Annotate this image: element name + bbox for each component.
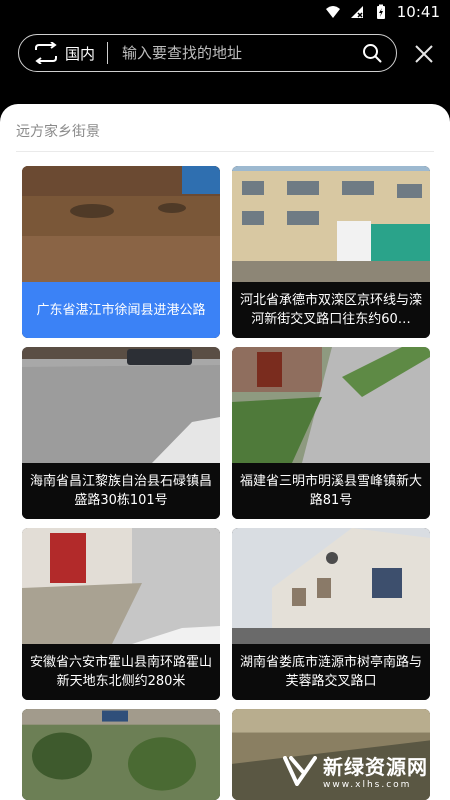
status-bar: 10:41 (0, 0, 450, 26)
section-divider (16, 151, 434, 152)
search-header: 国内 (0, 26, 450, 106)
place-card[interactable]: 广东省湛江市徐闻县进港公路 (22, 166, 220, 338)
search-input[interactable] (120, 43, 354, 63)
close-icon (415, 45, 433, 63)
search-icon (363, 44, 382, 63)
section-title: 远方家乡街景 (16, 124, 100, 140)
street-photo (22, 166, 220, 282)
place-card[interactable]: 安徽省六安市霍山县南环路霍山新天地东北侧约280米 (22, 528, 220, 700)
search-button[interactable] (354, 35, 390, 71)
street-photo (22, 528, 220, 644)
battery-icon (376, 4, 385, 19)
street-photo (22, 347, 220, 463)
place-caption: 福建省三明市明溪县雪峰镇新大路81号 (232, 463, 430, 519)
region-label: 国内 (65, 44, 96, 63)
place-caption: 安徽省六安市霍山县南环路霍山新天地东北侧约280米 (22, 644, 220, 700)
street-photo (232, 347, 430, 463)
wifi-icon (325, 6, 340, 18)
place-caption: 海南省昌江黎族自治县石碌镇昌盛路30栋101号 (22, 463, 220, 519)
watermark-url: www.xlhs.com (323, 780, 412, 790)
street-photo (232, 166, 430, 282)
watermark-logo-icon (283, 755, 317, 786)
status-time: 10:41 (396, 3, 440, 21)
place-caption: 广东省湛江市徐闻县进港公路 (22, 282, 220, 338)
swap-icon (35, 42, 57, 64)
place-caption: 河北省承德市双滦区京环线与滦河新街交叉路口往东约60… (232, 282, 430, 338)
close-button[interactable] (411, 41, 437, 67)
street-photo (22, 709, 220, 800)
region-toggle[interactable]: 国内 (33, 42, 95, 64)
main-panel: 远方家乡街景 广东省湛江市徐闻县进港公路 河北省承德市双滦区京环线与滦河新街交叉… (0, 104, 450, 800)
watermark: 新绿资源网 www.xlhs.com (283, 751, 428, 790)
street-photo (232, 528, 430, 644)
place-card[interactable]: 河北省承德市双滦区京环线与滦河新街交叉路口往东约60… (232, 166, 430, 338)
place-card[interactable]: 湖南省娄底市涟源市树亭南路与芙蓉路交叉路口 (232, 528, 430, 700)
search-bar: 国内 (18, 34, 397, 72)
place-card[interactable] (22, 709, 220, 800)
divider (107, 42, 109, 64)
watermark-name: 新绿资源网 (323, 755, 428, 779)
place-card[interactable]: 海南省昌江黎族自治县石碌镇昌盛路30栋101号 (22, 347, 220, 519)
signal-icon (350, 6, 363, 18)
place-caption: 湖南省娄底市涟源市树亭南路与芙蓉路交叉路口 (232, 644, 430, 700)
place-card[interactable]: 福建省三明市明溪县雪峰镇新大路81号 (232, 347, 430, 519)
